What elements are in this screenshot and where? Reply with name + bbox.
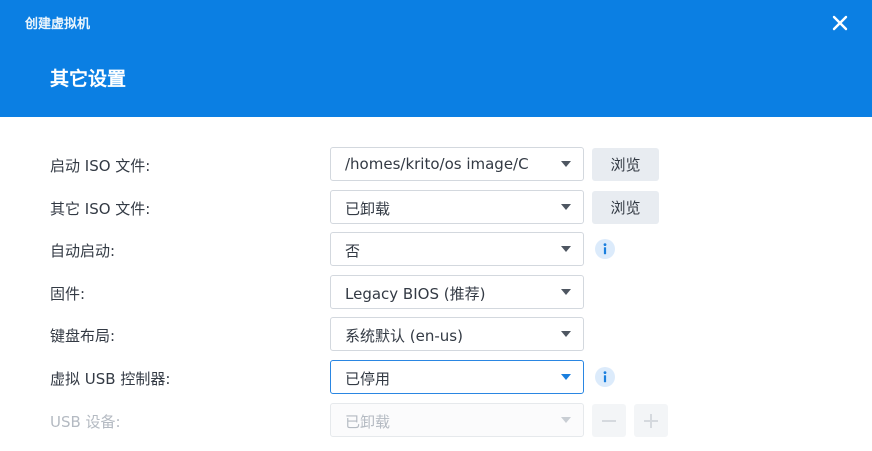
firmware-select[interactable]: Legacy BIOS (推荐) <box>330 275 584 309</box>
boot-iso-label: 启动 ISO 文件: <box>50 157 151 175</box>
firmware-value: Legacy BIOS (推荐) <box>345 285 486 303</box>
boot-iso-value: /homes/krito/os image/C <box>345 155 529 173</box>
window-title: 创建虚拟机 <box>25 17 91 32</box>
keyboard-layout-select[interactable]: 系统默认 (en-us) <box>330 317 584 351</box>
usb-controller-label: 虚拟 USB 控制器: <box>50 370 171 388</box>
keyboard-layout-label: 键盘布局: <box>50 327 116 345</box>
other-iso-value: 已卸载 <box>345 200 391 218</box>
boot-iso-select[interactable]: /homes/krito/os image/C <box>330 147 584 181</box>
chevron-down-icon <box>561 374 571 380</box>
minus-icon <box>602 419 616 422</box>
firmware-label: 固件: <box>50 285 86 303</box>
info-icon[interactable] <box>595 367 615 387</box>
plus-icon <box>644 413 658 428</box>
chevron-down-icon <box>561 417 571 423</box>
chevron-down-icon <box>561 246 571 252</box>
form-row-keyboard-layout: 键盘布局: 系统默认 (en-us) <box>0 317 872 351</box>
chevron-down-icon <box>561 289 571 295</box>
chevron-down-icon <box>561 161 571 167</box>
autostart-value: 否 <box>345 242 361 260</box>
info-icon[interactable] <box>595 239 615 259</box>
form-row-other-iso: 其它 ISO 文件: 已卸载 浏览 <box>0 190 872 224</box>
close-icon <box>832 15 848 31</box>
autostart-select[interactable]: 否 <box>330 232 584 266</box>
usb-device-select[interactable]: 已卸载 <box>330 403 584 437</box>
remove-usb-button[interactable] <box>592 404 626 437</box>
form-row-boot-iso: 启动 ISO 文件: /homes/krito/os image/C 浏览 <box>0 147 872 181</box>
add-usb-button[interactable] <box>634 404 668 437</box>
usb-device-label: USB 设备: <box>50 413 121 431</box>
form-row-autostart: 自动启动: 否 <box>0 232 872 266</box>
usb-controller-value: 已停用 <box>345 370 391 388</box>
autostart-label: 自动启动: <box>50 242 116 260</box>
chevron-down-icon <box>561 331 571 337</box>
chevron-down-icon <box>561 204 571 210</box>
usb-device-value: 已卸载 <box>345 413 391 431</box>
form-row-firmware: 固件: Legacy BIOS (推荐) <box>0 275 872 309</box>
other-iso-label: 其它 ISO 文件: <box>50 200 151 218</box>
browse-boot-iso-button[interactable]: 浏览 <box>592 148 659 181</box>
other-iso-select[interactable]: 已卸载 <box>330 190 584 224</box>
form-row-usb-controller: 虚拟 USB 控制器: 已停用 <box>0 360 872 394</box>
form-row-usb-device: USB 设备: 已卸载 <box>0 403 872 437</box>
page-title: 其它设置 <box>50 68 127 90</box>
keyboard-layout-value: 系统默认 (en-us) <box>345 327 463 345</box>
usb-controller-select[interactable]: 已停用 <box>330 360 584 394</box>
close-button[interactable] <box>826 9 854 37</box>
browse-other-iso-button[interactable]: 浏览 <box>592 191 659 224</box>
dialog-header: 创建虚拟机 其它设置 <box>0 0 872 117</box>
